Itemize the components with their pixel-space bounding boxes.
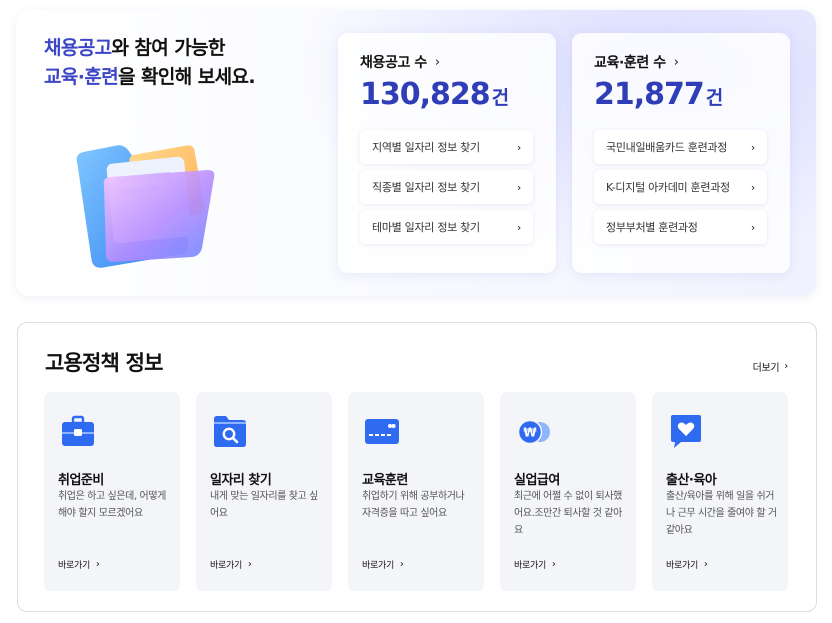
chevron-right-icon: ›	[516, 180, 521, 194]
link-naeilbaeum-card[interactable]: 국민내일배움카드 훈련과정 ›	[594, 130, 767, 164]
hero-title-accent-2: 교육·훈련	[44, 66, 119, 88]
chevron-right-icon: ›	[703, 559, 708, 570]
hero-title-text-2: 을 확인해 보세요.	[118, 66, 255, 88]
chevron-right-icon: ›	[516, 220, 521, 234]
hero-title-accent-1: 채용공고	[44, 37, 112, 59]
card-description: 최근에 어쩔 수 없이 퇴사했어요.조만간 퇴사할 것 같아요	[514, 491, 622, 536]
hero-panel: 채용공고와 참여 가능한 교육·훈련을 확인해 보세요. 채용공고 수 › 13…	[16, 10, 816, 296]
policy-card-training[interactable]: 교육훈련 취업하기 위해 공부하거나 자격증을 따고 싶어요 바로가기 ›	[348, 392, 484, 591]
policy-card-unemployment[interactable]: ₩ 실업급여 최근에 어쩔 수 없이 퇴사했어요.조만간 퇴사할 것 같아요 바…	[500, 392, 636, 591]
policy-card-job-prep[interactable]: 취업준비 취업은 하고 싶은데, 어떻게 해야 할지 모르겠어요 바로가기 ›	[44, 392, 180, 591]
chevron-right-icon: ›	[399, 559, 404, 570]
link-label: 국민내일배움카드 훈련과정	[606, 141, 728, 154]
won-coin-icon: ₩	[517, 419, 550, 445]
jobs-count-label: 채용공고 수	[360, 55, 427, 71]
training-stat-card: 교육·훈련 수 › 21,877 건 국민내일배움카드 훈련과정 › K-디지털…	[572, 33, 790, 273]
card-description: 취업은 하고 싶은데, 어떻게 해야 할지 모르겠어요	[58, 491, 166, 519]
link-label: 테마별 일자리 정보 찾기	[372, 221, 480, 234]
heart-chat-icon	[671, 415, 701, 448]
chevron-right-icon: ›	[750, 180, 755, 194]
training-count-label: 교육·훈련 수	[594, 55, 666, 71]
link-label: 직종별 일자리 정보 찾기	[372, 181, 480, 194]
policy-card-job-search[interactable]: 일자리 찾기 내게 맞는 일자리를 찾고 싶어요 바로가기 ›	[196, 392, 332, 591]
jobs-count-link[interactable]: 채용공고 수 ›	[360, 52, 440, 72]
link-ministry-training[interactable]: 정부부처별 훈련과정 ›	[594, 210, 767, 244]
svg-text:₩: ₩	[523, 426, 537, 440]
go-link[interactable]: 바로가기 ›	[666, 558, 708, 571]
go-label: 바로가기	[58, 561, 90, 571]
training-count-value: 21,877	[594, 77, 705, 112]
go-label: 바로가기	[666, 561, 698, 571]
go-label: 바로가기	[210, 561, 242, 571]
more-link[interactable]: 더보기 ›	[752, 359, 789, 374]
hero-title: 채용공고와 참여 가능한 교육·훈련을 확인해 보세요.	[44, 34, 256, 92]
policy-card-childcare[interactable]: 출산·육아 출산/육아를 위해 일을 쉬거나 근무 시간을 줄여야 할 거 같아…	[652, 392, 788, 591]
chevron-right-icon: ›	[784, 361, 788, 372]
training-count-unit: 건	[705, 87, 724, 109]
more-label: 더보기	[752, 363, 780, 374]
jobs-count-value: 130,828	[360, 77, 491, 112]
link-theme-jobs[interactable]: 테마별 일자리 정보 찾기 ›	[360, 210, 533, 244]
go-link[interactable]: 바로가기 ›	[210, 558, 252, 571]
go-link[interactable]: 바로가기 ›	[362, 558, 404, 571]
link-occupation-jobs[interactable]: 직종별 일자리 정보 찾기 ›	[360, 170, 533, 204]
chevron-right-icon: ›	[750, 140, 755, 154]
chevron-right-icon: ›	[673, 54, 679, 70]
link-k-digital-academy[interactable]: K-디지털 아카데미 훈련과정 ›	[594, 170, 767, 204]
card-description: 출산/육아를 위해 일을 쉬거나 근무 시간을 줄여야 할 거 같아요	[666, 491, 777, 536]
training-count: 21,877 건	[594, 77, 724, 112]
go-label: 바로가기	[362, 561, 394, 571]
go-link[interactable]: 바로가기 ›	[58, 558, 100, 571]
card-title: 취업준비	[58, 473, 104, 488]
go-link[interactable]: 바로가기 ›	[514, 558, 556, 571]
training-count-link[interactable]: 교육·훈련 수 ›	[594, 52, 679, 72]
link-label: K-디지털 아카데미 훈련과정	[606, 181, 730, 194]
policy-title: 고용정책 정보	[45, 351, 163, 375]
folder-search-icon	[214, 416, 246, 447]
link-label: 정부부처별 훈련과정	[606, 221, 698, 234]
link-region-jobs[interactable]: 지역별 일자리 정보 찾기 ›	[360, 130, 533, 164]
card-title: 출산·육아	[666, 473, 717, 488]
hero-title-text-1: 와 참여 가능한	[111, 37, 226, 59]
chevron-right-icon: ›	[750, 220, 755, 234]
jobs-count: 130,828 건	[360, 77, 510, 112]
briefcase-icon	[62, 415, 94, 446]
card-title: 일자리 찾기	[210, 473, 272, 488]
folder-illustration-icon	[76, 145, 215, 268]
chevron-right-icon: ›	[434, 54, 440, 70]
training-link-list: 국민내일배움카드 훈련과정 › K-디지털 아카데미 훈련과정 › 정부부처별 …	[594, 130, 767, 250]
go-label: 바로가기	[514, 561, 546, 571]
jobs-link-list: 지역별 일자리 정보 찾기 › 직종별 일자리 정보 찾기 › 테마별 일자리 …	[360, 130, 533, 250]
card-description: 취업하기 위해 공부하거나 자격증을 따고 싶어요	[362, 491, 465, 519]
chevron-right-icon: ›	[95, 559, 100, 570]
card-description: 내게 맞는 일자리를 찾고 싶어요	[210, 491, 318, 519]
jobs-count-unit: 건	[491, 87, 510, 109]
link-label: 지역별 일자리 정보 찾기	[372, 141, 480, 154]
card-title: 교육훈련	[362, 473, 408, 488]
chevron-right-icon: ›	[247, 559, 252, 570]
card-icon	[365, 419, 399, 444]
card-title: 실업급여	[514, 473, 560, 488]
policy-section: 고용정책 정보 더보기 › 취업준비 취업은 하고 싶은데, 어떻게 해야 할지…	[17, 322, 817, 612]
chevron-right-icon: ›	[516, 140, 521, 154]
jobs-stat-card: 채용공고 수 › 130,828 건 지역별 일자리 정보 찾기 › 직종별 일…	[338, 33, 556, 273]
policy-card-list: 취업준비 취업은 하고 싶은데, 어떻게 해야 할지 모르겠어요 바로가기 › …	[44, 392, 788, 591]
chevron-right-icon: ›	[551, 559, 556, 570]
